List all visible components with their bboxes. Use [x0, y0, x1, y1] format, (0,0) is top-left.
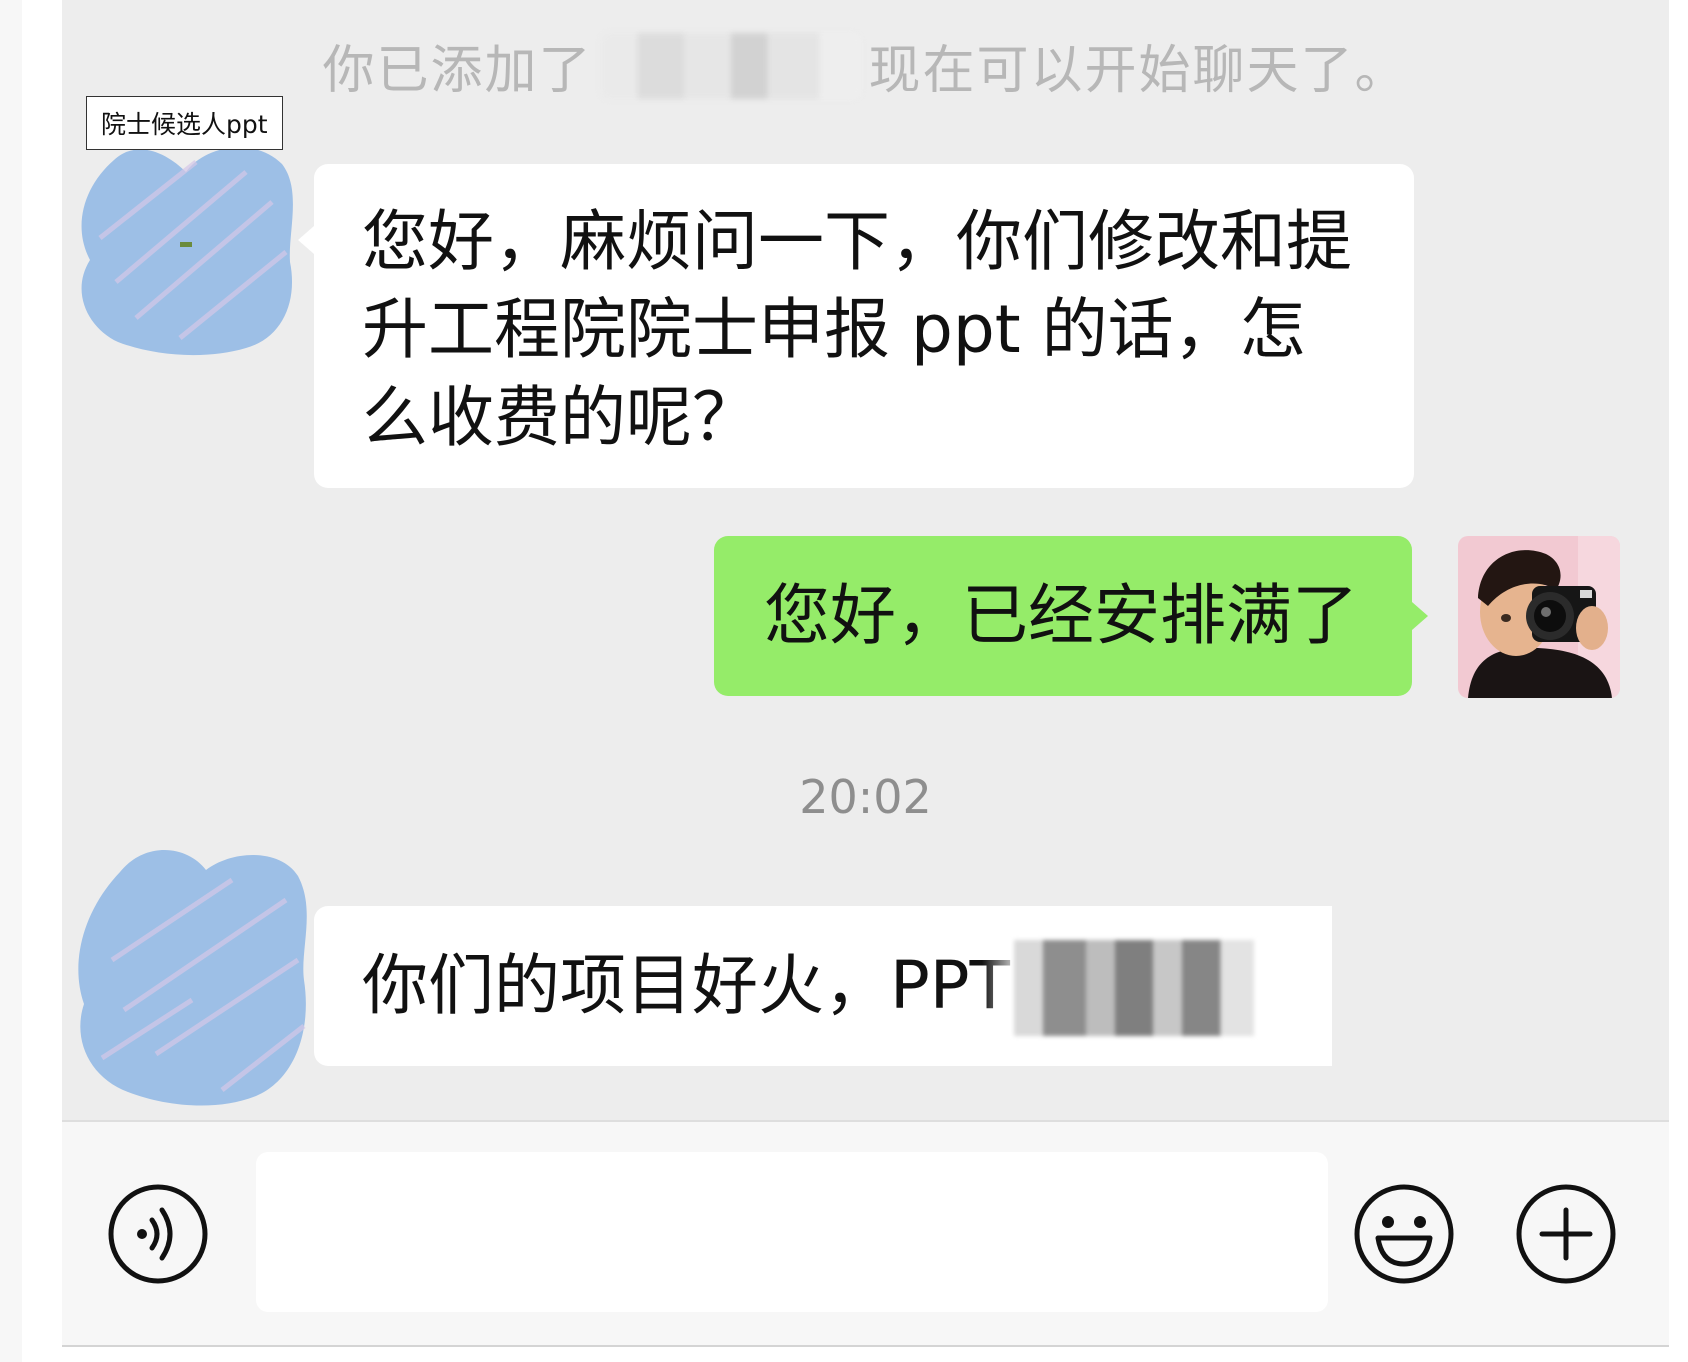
system-message-prefix: 你已添加了 — [322, 41, 593, 101]
contact-avatar[interactable] — [72, 840, 312, 1110]
bubble-tail — [1412, 602, 1428, 630]
message-timestamp: 20:02 — [799, 770, 932, 824]
bubble-tail — [298, 226, 314, 254]
chat-input-bar — [62, 1120, 1669, 1345]
redacted-text — [1014, 940, 1254, 1036]
voice-icon[interactable] — [106, 1182, 210, 1286]
redacted-contact-name — [600, 32, 861, 99]
user-avatar[interactable] — [1458, 536, 1620, 698]
emoji-icon[interactable] — [1352, 1182, 1456, 1286]
chat-window: 你已添加了 现在可以开始聊天了。 院士候选人ppt 您好，麻烦问一下，你们修改和提… — [62, 0, 1669, 1345]
system-message-suffix: 现在可以开始聊天了。 — [868, 41, 1409, 101]
outgoing-message-bubble[interactable]: 您好，已经安排满了 — [714, 536, 1412, 696]
incoming-message-bubble[interactable]: 您好，麻烦问一下，你们修改和提升工程院院士申报 ppt 的话，怎么收费的呢？ — [314, 164, 1414, 488]
window-left-edge — [0, 0, 22, 1362]
bottom-divider — [62, 1345, 1669, 1347]
message-input[interactable] — [256, 1152, 1328, 1312]
system-message: 你已添加了 现在可以开始聊天了。 — [62, 28, 1669, 103]
contact-avatar[interactable] — [76, 142, 296, 362]
plus-icon[interactable] — [1514, 1182, 1618, 1286]
image-label-tag: 院士候选人ppt — [86, 96, 283, 150]
